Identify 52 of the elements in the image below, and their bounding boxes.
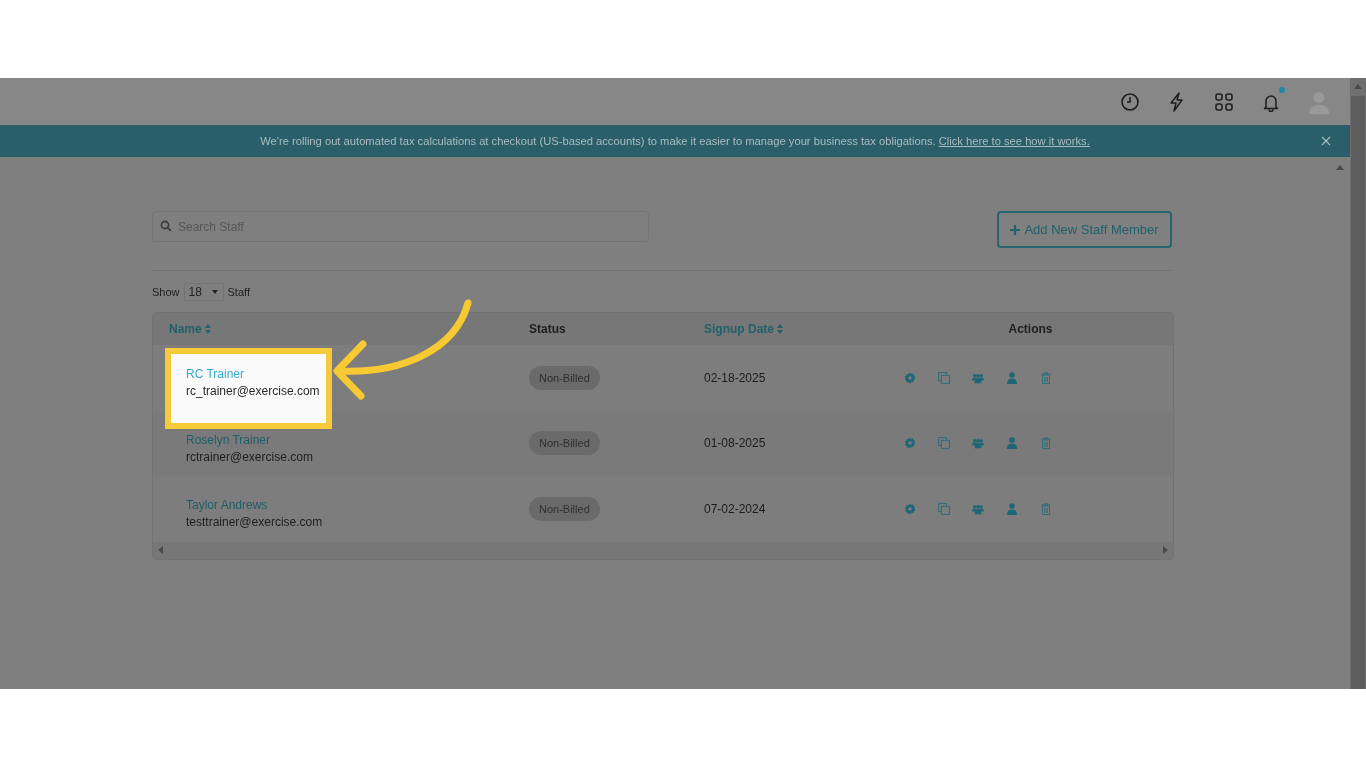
plus-icon: [1010, 224, 1021, 235]
sort-column-header[interactable]: Signup Date: [704, 322, 783, 336]
person-icon[interactable]: [1006, 437, 1018, 450]
trash-icon[interactable]: [1040, 437, 1052, 450]
signup-date: 01-08-2025: [704, 436, 766, 451]
column-header: Actions: [1008, 322, 1053, 336]
staff-email: rc_trainer@exercise.com: [186, 384, 321, 398]
grid-icon[interactable]: [1214, 91, 1234, 112]
scroll-up-arrow-icon[interactable]: [1354, 84, 1362, 89]
banner-message: We're rolling out automated tax calculations at checkout (US-based accounts) to make it easier to manage your business tax obligations. Click here to see how it works.: [260, 135, 1090, 147]
scrollbar-thumb[interactable]: [1351, 96, 1365, 689]
gear-icon[interactable]: [904, 502, 916, 515]
show-label: Show: [152, 286, 180, 298]
vertical-scrollbar[interactable]: [1350, 78, 1366, 689]
trash-icon[interactable]: [1040, 502, 1052, 515]
group-icon[interactable]: [972, 502, 984, 515]
copy-icon[interactable]: [938, 437, 950, 450]
page-size-select[interactable]: 18: [183, 283, 224, 301]
copy-icon[interactable]: [938, 371, 950, 384]
person-icon[interactable]: [1006, 502, 1018, 515]
banner-link[interactable]: Click here to see how it works.: [938, 135, 1090, 147]
gear-icon[interactable]: [904, 371, 916, 384]
close-icon[interactable]: [1321, 136, 1331, 146]
staff-label: Staff: [227, 286, 250, 298]
group-icon[interactable]: [972, 371, 984, 384]
staff-email: rctrainer@exercise.com: [186, 449, 314, 464]
staff-name-link[interactable]: Taylor Andrews: [186, 498, 326, 512]
staff-name-link[interactable]: RC Trainer: [186, 367, 326, 381]
sort-icon: [204, 324, 211, 334]
scroll-left-arrow-icon[interactable]: [158, 546, 163, 554]
staff-email: testtrainer@exercise.com: [186, 515, 324, 529]
notification-dot: [1279, 86, 1285, 93]
scroll-right-arrow-icon[interactable]: [1163, 546, 1168, 554]
sort-column-header[interactable]: Name: [169, 322, 211, 336]
person-icon[interactable]: [1006, 371, 1018, 384]
signup-date: 07-02-2024: [704, 501, 766, 516]
search-icon: [160, 220, 172, 232]
group-icon[interactable]: [972, 437, 984, 450]
add-staff-button[interactable]: Add New Staff Member: [997, 211, 1172, 248]
column-header: Status: [529, 322, 566, 336]
clock-icon[interactable]: [1120, 91, 1140, 112]
status-badge: Non-Billed: [529, 496, 600, 521]
staff-name-link[interactable]: Roselyn Trainer: [186, 432, 326, 447]
status-badge: Non-Billed: [529, 365, 600, 390]
signup-date: 02-18-2025: [704, 370, 766, 385]
trash-icon[interactable]: [1040, 371, 1052, 384]
copy-icon[interactable]: [938, 502, 950, 515]
status-badge: Non-Billed: [529, 431, 600, 456]
gear-icon[interactable]: [904, 437, 916, 450]
sort-icon: [777, 324, 783, 334]
caret-icon: [211, 290, 218, 294]
scroll-up-arrow-icon[interactable]: [1336, 165, 1344, 170]
